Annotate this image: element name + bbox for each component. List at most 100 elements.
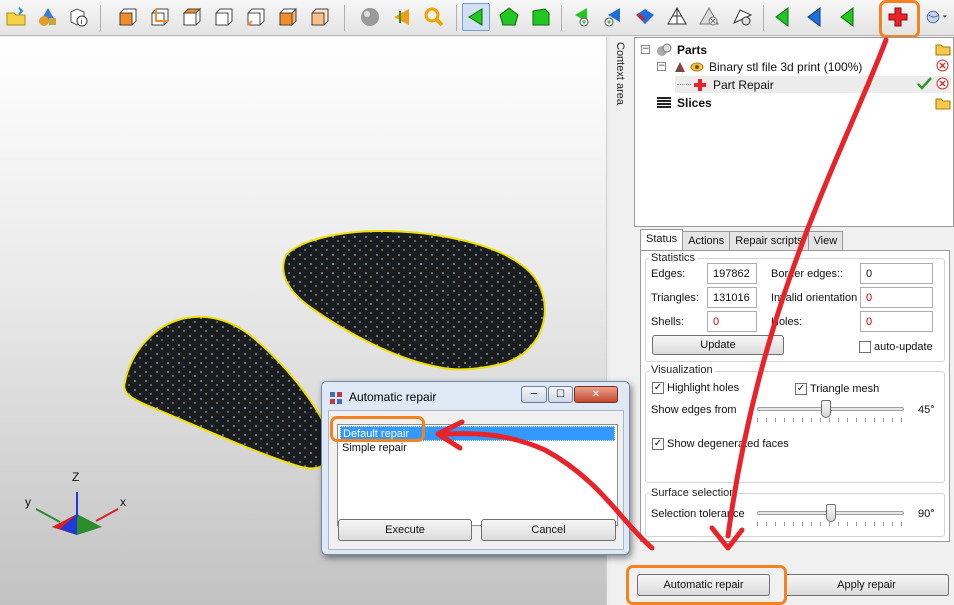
degenerated-faces-label: Show degenerated faces (667, 438, 789, 450)
edges-slider-thumb[interactable] (821, 400, 832, 418)
triangle-green-icon[interactable] (836, 5, 860, 29)
update-button[interactable]: Update (652, 335, 784, 355)
invalid-orientation-value: 0 (860, 287, 933, 308)
edges-label: Edges: (651, 268, 686, 280)
axis-gizmo (35, 492, 119, 535)
tab-repair-scripts[interactable]: Repair scripts (729, 231, 809, 250)
status-tab-body: Statistics Edges: 197862 Triangles: 1310… (640, 250, 950, 542)
open-folder-icon[interactable] (935, 96, 951, 110)
maximize-icon[interactable]: ☐ (548, 386, 573, 403)
statistics-title: Statistics (649, 252, 698, 264)
border-edges-value: 0 (860, 263, 933, 284)
part-repair-highlight (879, 0, 920, 38)
axis-y-label: y (25, 495, 31, 509)
list-item-simple-repair[interactable]: Simple repair (340, 441, 615, 456)
holes-value: 0 (860, 311, 933, 332)
main-toolbar: i (0, 0, 954, 36)
show-edges-from-label: Show edges from (651, 404, 737, 416)
invalid-orientation-label: Invalid orientation (771, 292, 858, 304)
material-sphere-icon[interactable] (358, 5, 382, 29)
execute-button[interactable]: Execute (338, 519, 472, 541)
tree-row-file[interactable]: − Binary stl file 3d print (100%) (657, 58, 862, 75)
view-iso-icon[interactable] (308, 5, 332, 29)
close-repair-icon[interactable] (936, 77, 949, 90)
visibility-eye-icon (690, 62, 704, 71)
shells-label: Shells: (651, 316, 685, 328)
tree-row-part-repair[interactable]: Part Repair (675, 76, 951, 93)
default-repair-highlight (330, 416, 425, 442)
tab-view[interactable]: View (807, 231, 844, 250)
parts-label: Parts (677, 42, 708, 57)
triangle-mesh-checkbox[interactable]: ✓ (795, 383, 807, 395)
automatic-repair-highlight (626, 565, 787, 605)
sphere-dropdown-icon[interactable] (920, 5, 952, 29)
select-shell-icon[interactable] (529, 5, 553, 29)
minimize-icon[interactable]: ─ (521, 386, 547, 403)
automatic-repair-dialog: Automatic repair ─ ☐ ✕ Default repair Si… (321, 381, 630, 555)
selection-tolerance-label: Selection tolerance (651, 508, 745, 520)
cancel-button[interactable]: Cancel (481, 519, 616, 541)
tolerance-value: 90° (918, 508, 935, 520)
close-icon[interactable]: ✕ (574, 386, 618, 403)
checkmark-icon[interactable] (917, 77, 932, 90)
add-shapes-icon[interactable] (36, 5, 60, 29)
view-back-icon[interactable] (148, 5, 172, 29)
context-area-strip[interactable]: Context area (611, 37, 633, 227)
part-info-icon[interactable]: i (66, 5, 90, 29)
part-repair-label: Part Repair (713, 77, 774, 92)
auto-update-label: auto-update (874, 341, 933, 353)
view-left-icon[interactable] (244, 5, 268, 29)
view-right-icon[interactable] (276, 5, 300, 29)
flip-normal-icon[interactable] (771, 5, 795, 29)
mesh-part-right (282, 229, 546, 371)
file-label: Binary stl file 3d print (100%) (709, 59, 863, 74)
slices-label: Slices (677, 95, 712, 110)
tree-row-parts[interactable]: − Parts (641, 41, 707, 58)
parts-tree[interactable]: − Parts − Binary stl file 3d print (100%… (634, 37, 954, 227)
repair-panel: Status Actions Repair scripts View Stati… (634, 227, 954, 567)
repair-cross-icon (694, 78, 706, 91)
tolerance-slider-thumb[interactable] (825, 504, 836, 522)
holes-label: Holes: (771, 316, 803, 328)
auto-update-checkbox[interactable] (859, 341, 871, 353)
view-bottom-icon[interactable] (212, 5, 236, 29)
triangle-blue-icon[interactable] (803, 5, 827, 29)
tolerance-slider-ticks (757, 522, 904, 526)
highlight-holes-checkbox[interactable]: ✓ (652, 382, 664, 394)
triangles-value: 131016 (707, 287, 757, 308)
edges-slider-ticks (757, 418, 904, 422)
tab-actions[interactable]: Actions (682, 231, 731, 250)
select-surface-icon[interactable] (497, 5, 521, 29)
collapse-icon[interactable]: − (657, 62, 666, 71)
collapse-icon[interactable]: − (641, 45, 650, 54)
cut-cone-icon[interactable] (390, 5, 414, 29)
delete-point-icon[interactable] (730, 5, 754, 29)
part-mesh-icon (675, 61, 685, 72)
apply-repair-button[interactable]: Apply repair (784, 574, 949, 596)
add-point-icon[interactable] (600, 5, 624, 29)
edges-angle-value: 45° (918, 404, 935, 416)
open-folder-icon[interactable] (4, 5, 28, 29)
triangle-mesh-label: Triangle mesh (810, 383, 880, 395)
delete-triangle-icon[interactable] (697, 5, 721, 29)
remove-part-icon[interactable] (936, 59, 949, 72)
add-triangle-icon[interactable] (569, 5, 593, 29)
slices-icon (657, 96, 671, 108)
svg-text:i: i (81, 18, 83, 26)
context-area-label: Context area (614, 42, 626, 105)
tree-row-slices[interactable]: Slices (641, 94, 712, 111)
zoom-icon[interactable] (422, 5, 446, 29)
select-triangle-icon[interactable] (462, 3, 490, 31)
tab-status[interactable]: Status (640, 229, 684, 250)
mesh-part-left (123, 315, 333, 470)
highlight-holes-label: Highlight holes (667, 382, 740, 394)
wireframe-icon[interactable] (665, 5, 689, 29)
edges-value: 197862 (707, 263, 757, 284)
axis-x-label: x (120, 495, 126, 509)
degenerated-faces-checkbox[interactable]: ✓ (652, 438, 664, 450)
view-front-icon[interactable] (116, 5, 140, 29)
open-folder-icon[interactable] (935, 42, 951, 56)
triangle-paint-icon[interactable] (633, 5, 657, 29)
view-top-icon[interactable] (180, 5, 204, 29)
dialog-app-icon (330, 392, 342, 404)
